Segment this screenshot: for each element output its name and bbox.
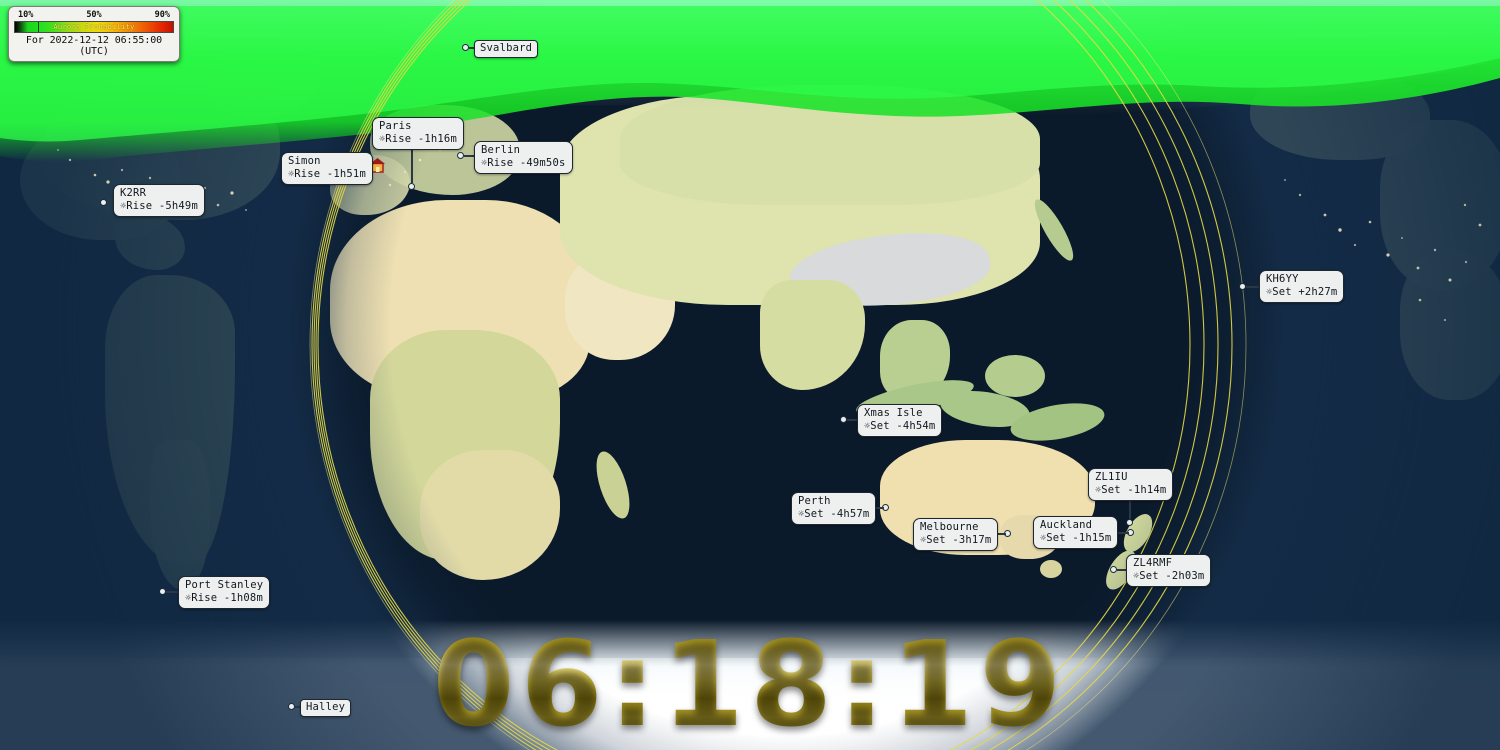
place-name-k2rr: K2RR xyxy=(120,187,147,199)
place-info-perth: ☼Set -4h57m xyxy=(798,508,870,520)
marker-dot-k2rr[interactable] xyxy=(100,199,107,206)
place-label-melbourne[interactable]: Melbourne ☼Set -3h17m xyxy=(913,518,999,551)
place-info-auckland: ☼Set -1h15m xyxy=(1040,532,1112,544)
aurora-map-screen: 10% 50% 90% Aurora Probability For 2022-… xyxy=(0,0,1500,750)
place-info-zl4rmf: ☼Set -2h03m xyxy=(1133,570,1205,582)
marker-dot-port-stanley[interactable] xyxy=(159,588,166,595)
place-info-simon: ☼Rise -1h51m xyxy=(288,168,366,180)
place-label-perth[interactable]: Perth ☼Set -4h57m xyxy=(791,492,877,525)
place-name-zl4rmf: ZL4RMF xyxy=(1133,557,1173,569)
place-label-port-stanley[interactable]: Port Stanley ☼Rise -1h08m xyxy=(178,576,271,609)
place-label-auckland[interactable]: Auckland ☼Set -1h15m xyxy=(1033,516,1119,549)
marker-dot-zl1iu[interactable] xyxy=(1126,519,1133,526)
place-info-kh6yy: ☼Set +2h27m xyxy=(1266,286,1338,298)
legend-bar-label: Aurora Probability xyxy=(53,23,135,31)
place-name-perth: Perth xyxy=(798,495,831,507)
leader-line-paris xyxy=(411,147,413,183)
aurora-probability-legend: 10% 50% 90% Aurora Probability For 2022-… xyxy=(8,6,180,62)
marker-dot-svalbard[interactable] xyxy=(462,44,469,51)
place-label-k2rr[interactable]: K2RR ☼Rise -5h49m xyxy=(113,184,205,217)
place-label-simon[interactable]: Simon ☼Rise -1h51m xyxy=(281,152,373,185)
place-name-berlin: Berlin xyxy=(481,144,521,156)
clock-container: 06:18:19 xyxy=(0,610,1500,750)
place-label-berlin[interactable]: Berlin ☼Rise -49m50s xyxy=(474,141,573,174)
place-name-melbourne: Melbourne xyxy=(920,521,979,533)
place-name-port-stanley: Port Stanley xyxy=(185,579,264,591)
place-name-svalbard: Svalbard xyxy=(480,42,533,54)
leader-line-zl1iu xyxy=(1129,498,1131,519)
place-info-xmas-isle: ☼Set -4h54m xyxy=(864,420,936,432)
place-label-xmas-isle[interactable]: Xmas Isle ☼Set -4h54m xyxy=(857,404,943,437)
legend-tick-low: 10% xyxy=(18,10,34,20)
marker-dot-kh6yy[interactable] xyxy=(1239,283,1246,290)
legend-tick-high: 90% xyxy=(154,10,170,20)
place-name-zl1iu: ZL1IU xyxy=(1095,471,1128,483)
marker-dot-berlin[interactable] xyxy=(457,152,464,159)
place-label-zl1iu[interactable]: ZL1IU ☼Set -1h14m xyxy=(1088,468,1174,501)
marker-dot-zl4rmf[interactable] xyxy=(1110,566,1117,573)
place-info-port-stanley: ☼Rise -1h08m xyxy=(185,592,263,604)
legend-tick-labels: 10% 50% 90% xyxy=(14,10,174,21)
place-info-k2rr: ☼Rise -5h49m xyxy=(120,200,198,212)
place-name-xmas-isle: Xmas Isle xyxy=(864,407,923,419)
place-name-paris: Paris xyxy=(379,120,412,132)
place-info-berlin: ☼Rise -49m50s xyxy=(481,157,566,169)
leader-line-kh6yy xyxy=(1246,286,1260,288)
place-info-melbourne: ☼Set -3h17m xyxy=(920,534,992,546)
place-label-paris[interactable]: Paris ☼Rise -1h16m xyxy=(372,117,464,150)
place-info-zl1iu: ☼Set -1h14m xyxy=(1095,484,1167,496)
place-info-paris: ☼Rise -1h16m xyxy=(379,133,457,145)
place-label-kh6yy[interactable]: KH6YY ☼Set +2h27m xyxy=(1259,270,1345,303)
place-name-simon: Simon xyxy=(288,155,321,167)
legend-tick-mid: 50% xyxy=(86,10,102,20)
utc-clock: 06:18:19 xyxy=(0,623,1500,744)
place-name-auckland: Auckland xyxy=(1040,519,1093,531)
marker-dot-paris[interactable] xyxy=(408,183,415,190)
marker-dot-xmas-isle[interactable] xyxy=(840,416,847,423)
place-name-kh6yy: KH6YY xyxy=(1266,273,1299,285)
legend-color-bar: Aurora Probability xyxy=(14,21,174,33)
place-label-zl4rmf[interactable]: ZL4RMF ☼Set -2h03m xyxy=(1126,554,1212,587)
place-label-svalbard[interactable]: Svalbard xyxy=(474,40,539,58)
legend-forecast-time: For 2022-12-12 06:55:00 (UTC) xyxy=(25,35,163,57)
